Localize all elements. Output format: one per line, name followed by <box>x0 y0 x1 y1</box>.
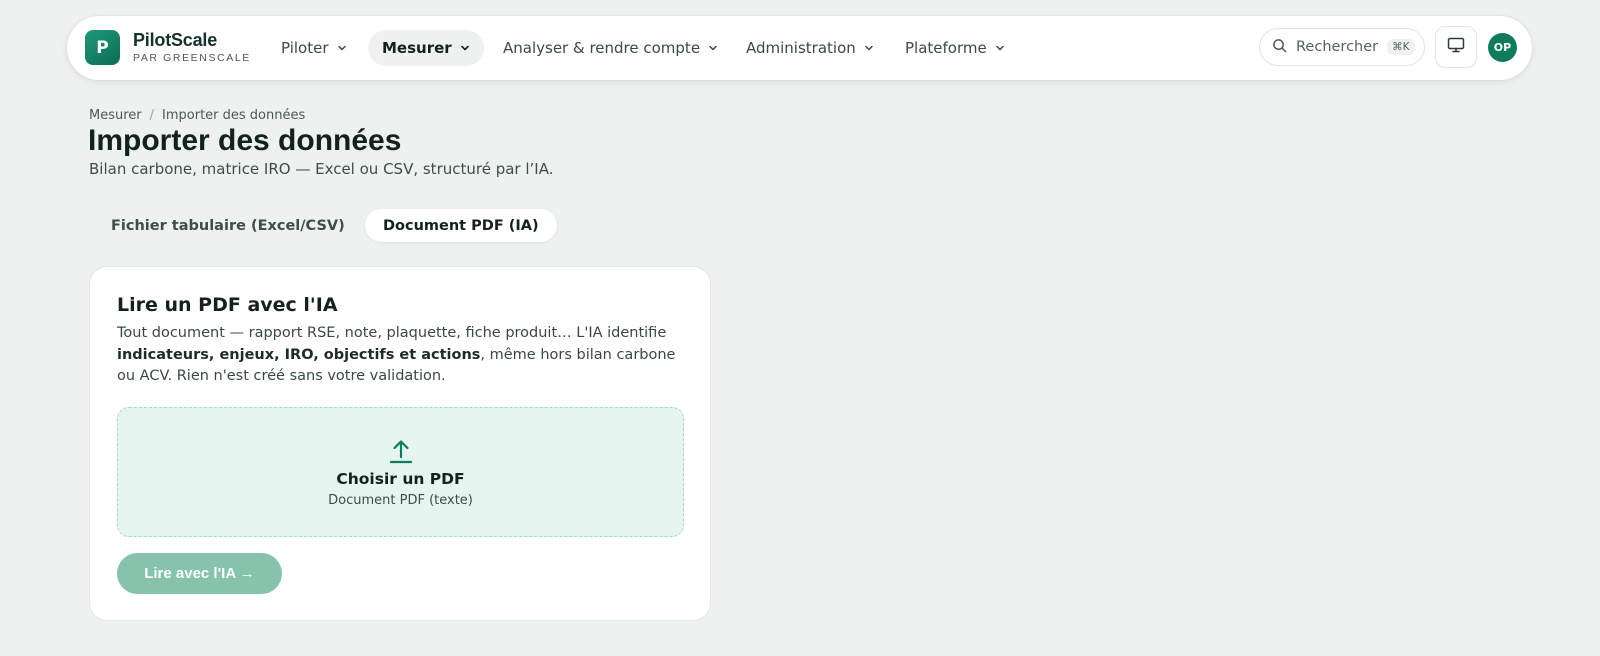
top-navbar: P PilotScale PAR GREENSCALE Piloter Mesu… <box>67 16 1532 80</box>
chevron-down-icon <box>337 43 347 53</box>
chevron-down-icon <box>460 43 470 53</box>
card-description: Tout document — rapport RSE, note, plaqu… <box>117 323 677 388</box>
nav-item-administration[interactable]: Administration <box>732 30 888 66</box>
dropzone-title: Choisir un PDF <box>336 470 465 488</box>
card-description-start: Tout document — rapport RSE, note, plaqu… <box>117 325 667 341</box>
page-subtitle: Bilan carbone, matrice IRO — Excel ou CS… <box>89 160 554 178</box>
nav-label: Mesurer <box>382 39 452 57</box>
nav-label: Plateforme <box>905 39 987 57</box>
search-icon <box>1272 38 1287 57</box>
tab-label: Document PDF (IA) <box>383 217 539 234</box>
nav-label: Administration <box>746 39 856 57</box>
chevron-down-icon <box>864 43 874 53</box>
tab-pdf-document[interactable]: Document PDF (IA) <box>365 209 557 242</box>
monitor-icon <box>1447 37 1465 57</box>
display-toggle-button[interactable] <box>1435 26 1477 68</box>
app-logo[interactable]: P <box>85 30 120 65</box>
brand-name: PilotScale <box>133 30 218 50</box>
nav-label: Analyser & rendre compte <box>503 39 701 57</box>
brand-subtitle: PAR GREENSCALE <box>133 52 251 64</box>
search-shortcut-badge: ⌘K <box>1387 39 1415 55</box>
nav-item-analyser[interactable]: Analyser & rendre compte <box>489 30 732 66</box>
card-description-highlight: indicateurs, enjeux, IRO, objectifs et a… <box>117 346 481 363</box>
pdf-dropzone[interactable]: Choisir un PDF Document PDF (texte) <box>117 407 684 537</box>
search-placeholder: Rechercher <box>1296 39 1379 55</box>
page-title: Importer des données <box>88 124 402 157</box>
nav-item-plateforme[interactable]: Plateforme <box>891 30 1019 66</box>
tab-label: Fichier tabulaire (Excel/CSV) <box>111 217 345 234</box>
tab-tabular-file[interactable]: Fichier tabulaire (Excel/CSV) <box>93 209 363 242</box>
breadcrumb-separator: / <box>149 108 155 123</box>
breadcrumb-parent[interactable]: Mesurer <box>89 108 142 123</box>
nav-item-piloter[interactable]: Piloter <box>267 30 361 66</box>
nav-label: Piloter <box>281 39 329 57</box>
search-input[interactable]: Rechercher ⌘K <box>1259 28 1425 66</box>
breadcrumb: Mesurer / Importer des données <box>89 108 305 123</box>
chevron-down-icon <box>995 43 1005 53</box>
nav-item-mesurer[interactable]: Mesurer <box>368 30 484 66</box>
chevron-down-icon <box>708 43 718 53</box>
user-avatar[interactable]: OP <box>1488 33 1517 62</box>
card-title: Lire un PDF avec l'IA <box>117 294 338 316</box>
breadcrumb-current: Importer des données <box>162 108 306 123</box>
dropzone-subtitle: Document PDF (texte) <box>328 493 473 508</box>
read-with-ai-button[interactable]: Lire avec l'IA → <box>117 553 282 594</box>
pdf-import-card: Lire un PDF avec l'IA Tout document — ra… <box>89 266 711 621</box>
upload-icon <box>389 438 413 464</box>
